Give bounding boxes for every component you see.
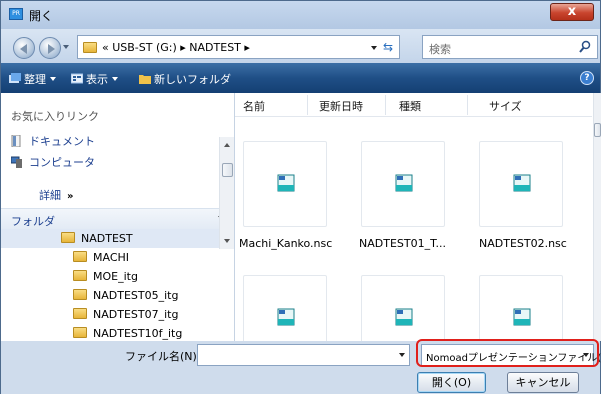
folder-tree-scrollbar[interactable] [219, 137, 234, 249]
favorites-header: お気に入りリンク [11, 110, 99, 123]
breadcrumb[interactable]: « USB-ST (G:) ▸ NADTEST ▸ [102, 41, 250, 54]
back-arrow-icon [20, 44, 27, 54]
file-name[interactable]: Machi_Kanko.nsc [239, 237, 332, 250]
organize-label: 整理 [24, 73, 46, 86]
scroll-up-icon[interactable] [224, 143, 230, 147]
column-modified[interactable]: 更新日時 [319, 98, 363, 114]
document-icon [11, 135, 21, 147]
open-button[interactable]: 開く(O) [417, 372, 486, 393]
tree-item[interactable]: NADTEST [1, 229, 219, 248]
new-folder-icon [139, 75, 151, 84]
tree-item-label: NADTEST [81, 232, 133, 245]
organize-menu[interactable]: 整理 [9, 71, 56, 87]
filetype-highlight [416, 339, 599, 367]
open-file-dialog: PR 開く x « USB-ST (G:) ▸ NADTEST ▸ ⇆ 検索 整… [0, 0, 601, 394]
file-name[interactable]: NADTEST02.nsc [479, 237, 567, 250]
tree-item[interactable]: NADTEST07_itg [1, 305, 219, 324]
computer-icon [11, 156, 22, 168]
presentation-file-icon [277, 308, 295, 326]
details-label: 詳細 [39, 189, 61, 202]
file-thumbnail[interactable] [479, 141, 563, 227]
tree-item[interactable]: MOE_itg [1, 267, 219, 286]
new-folder-label: 新しいフォルダ [154, 73, 231, 86]
file-name[interactable]: NADTEST01_T... [359, 237, 446, 250]
back-button[interactable] [13, 37, 35, 59]
cancel-button[interactable]: キャンセル [507, 372, 579, 393]
organize-icon [9, 73, 21, 83]
chevron-down-icon [50, 77, 56, 81]
view-label: 表示 [86, 73, 108, 86]
file-list-scrollbar[interactable] [593, 93, 601, 341]
search-placeholder: 検索 [429, 43, 451, 56]
view-icon [71, 73, 83, 84]
search-icon[interactable] [579, 40, 591, 54]
folders-header[interactable]: フォルダ [1, 208, 234, 229]
address-row: « USB-ST (G:) ▸ NADTEST ▸ ⇆ 検索 [1, 29, 600, 63]
folder-icon [73, 289, 87, 300]
favorite-documents[interactable]: ドキュメント [11, 133, 95, 149]
file-thumbnail[interactable] [243, 141, 327, 227]
presentation-file-icon [277, 174, 295, 192]
column-header-row: 名前 更新日時 種類 サイズ [235, 93, 592, 117]
details-link[interactable]: 詳細 » [39, 187, 73, 203]
folder-icon [73, 327, 87, 338]
filename-dropdown-icon[interactable] [399, 353, 405, 357]
search-input[interactable]: 検索 [422, 35, 598, 59]
folder-icon [73, 251, 87, 262]
file-thumbnail[interactable] [361, 141, 445, 227]
file-list: 名前 更新日時 種類 サイズ Machi_Kanko.nsc NADTEST01… [235, 93, 600, 361]
scroll-down-icon[interactable] [224, 239, 230, 243]
tree-item-label: NADTEST05_itg [93, 289, 179, 302]
tree-item[interactable]: NADTEST10f_itg [1, 324, 219, 341]
tree-item-label: NADTEST10f_itg [93, 327, 183, 340]
presentation-file-icon [513, 308, 531, 326]
address-bar[interactable]: « USB-ST (G:) ▸ NADTEST ▸ ⇆ [77, 35, 400, 59]
close-button[interactable]: x [550, 3, 594, 21]
filename-input[interactable] [197, 344, 410, 366]
app-icon: PR [9, 8, 23, 20]
navigation-pane: お気に入りリンク ドキュメント コンピュータ 詳細 » フォルダ NADTEST … [1, 93, 235, 341]
window-title: 開く [29, 9, 54, 23]
forward-arrow-icon [48, 44, 55, 54]
tree-item-label: MOE_itg [93, 270, 138, 283]
help-icon[interactable]: ? [580, 71, 594, 85]
recent-pages-dropdown[interactable] [63, 45, 69, 49]
title-bar: PR 開く x [1, 1, 600, 29]
refresh-icon[interactable]: ⇆ [380, 39, 396, 55]
column-type[interactable]: 種類 [399, 98, 421, 114]
column-divider[interactable] [467, 95, 468, 115]
scroll-thumb[interactable] [222, 163, 233, 177]
folder-icon [83, 42, 97, 53]
column-divider[interactable] [385, 95, 386, 115]
new-folder-button[interactable]: 新しいフォルダ [139, 71, 231, 87]
tree-item-label: NADTEST07_itg [93, 308, 179, 321]
command-bar: 整理 表示 新しいフォルダ ? [1, 63, 600, 93]
column-divider[interactable] [307, 95, 308, 115]
tree-item-label: MACHI [93, 251, 130, 264]
tree-item[interactable]: NADTEST05_itg [1, 286, 219, 305]
tree-item[interactable]: MACHI [1, 248, 219, 267]
scroll-thumb[interactable] [594, 123, 601, 137]
favorite-label: コンピュータ [29, 156, 95, 169]
filename-label: ファイル名(N): [125, 350, 201, 363]
folder-icon [73, 308, 87, 319]
favorite-label: ドキュメント [29, 135, 95, 148]
presentation-file-icon [395, 174, 413, 192]
presentation-file-icon [395, 308, 413, 326]
column-name[interactable]: 名前 [243, 98, 265, 114]
double-chevron-icon: » [67, 191, 74, 202]
folder-icon [61, 232, 75, 243]
presentation-file-icon [513, 174, 531, 192]
view-menu[interactable]: 表示 [71, 71, 118, 87]
chevron-down-icon [112, 77, 118, 81]
favorite-computer[interactable]: コンピュータ [11, 154, 95, 170]
column-size[interactable]: サイズ [489, 98, 522, 114]
folder-tree: NADTEST MACHI MOE_itg NADTEST05_itg NADT… [1, 229, 219, 341]
address-dropdown-icon[interactable] [371, 46, 377, 50]
folders-label: フォルダ [11, 215, 55, 228]
forward-button[interactable] [39, 37, 61, 59]
folder-icon [73, 270, 87, 281]
